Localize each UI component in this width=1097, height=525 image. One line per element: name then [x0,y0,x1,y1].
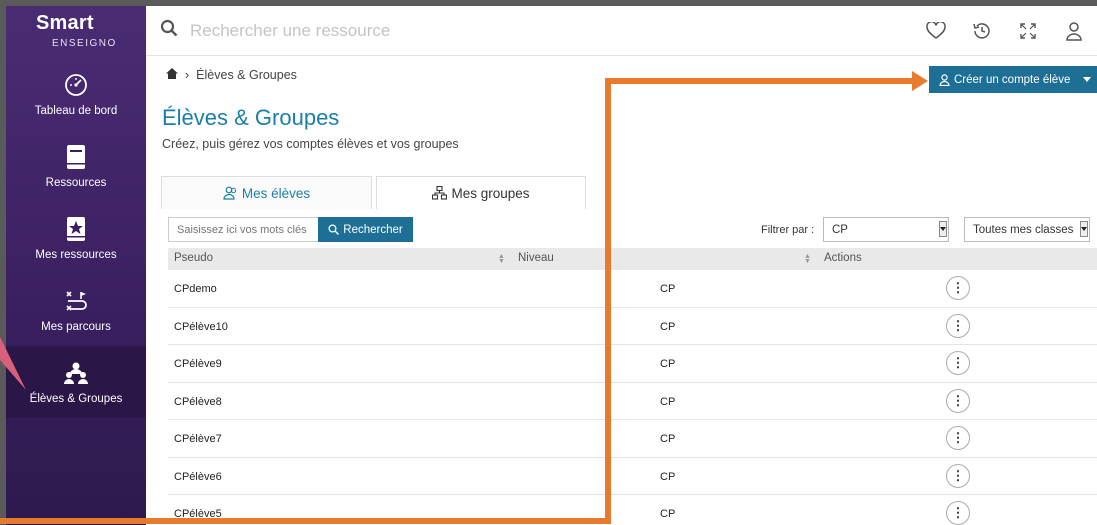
keyword-search-input[interactable] [168,217,318,242]
tab-label: Mes groupes [451,185,530,201]
more-actions-icon[interactable]: ⋮ [946,426,970,450]
sidebar-item-mes-parcours[interactable]: Mes parcours [6,274,146,346]
sidebar-item-label: Tableau de bord [34,105,118,117]
main-content: › Élèves & Groupes Créer un compte élève… [146,56,1097,525]
cell-niveau: CP [660,470,676,483]
logo[interactable]: Smart ENSEIGNO [6,6,146,58]
sidebar-item-label: Élèves & Groupes [29,393,123,405]
book-icon [65,143,87,171]
users-group-icon [63,359,89,387]
cell-pseudo: CPélève10 [174,320,228,333]
sidebar: Smart ENSEIGNO Tableau de bord Ressource… [6,6,146,525]
students-table-body: CPdemo CP ⋮ CPélève10 CP ⋮ CPélève9 CP ⋮ CPélè… [168,270,1097,525]
cell-pseudo: CPélève9 [174,358,222,370]
more-actions-icon[interactable]: ⋮ [946,501,970,525]
cell-niveau: CP [660,433,676,445]
cell-niveau: CP [660,283,676,295]
table-row[interactable]: CPélève8 CP ⋮ [168,383,1097,420]
sort-icon[interactable]: ▲ ▼ [804,253,811,265]
resource-search-input[interactable]: Rechercher une ressource [190,21,390,41]
dropdown-arrow-icon [939,221,947,237]
breadcrumb-current: Élèves & Groupes [196,68,297,82]
star-book-icon [65,215,87,243]
classes-select-value: Toutes mes classes [973,223,1074,236]
filter-label: Filtrer par : [761,224,815,236]
logo-brand: Smart [36,12,94,34]
more-actions-icon[interactable]: ⋮ [946,388,970,413]
user-add-icon [939,73,950,86]
tab-label: Mes élèves [241,185,311,201]
table-row[interactable]: CPélève6 CP ⋮ [168,458,1097,495]
table-row[interactable]: CPélève9 CP ⋮ [168,345,1097,383]
column-header-niveau[interactable]: Niveau [518,252,554,264]
sidebar-item-tableau-de-bord[interactable]: Tableau de bord [6,58,146,130]
sidebar-item-ressources[interactable]: Ressources [6,130,146,202]
students-icon [223,186,238,200]
create-student-account-button[interactable]: Créer un compte élève [929,66,1097,93]
topbar-actions [913,6,1097,56]
fullscreen-icon[interactable] [1005,22,1051,40]
cell-pseudo: CPélève6 [174,470,222,483]
dropdown-arrow-icon [1080,221,1088,237]
column-header-actions: Actions [824,252,862,264]
tab-mes-groupes[interactable]: Mes groupes [376,176,586,209]
more-actions-icon[interactable]: ⋮ [946,313,970,338]
niveau-select-value: CP [832,223,848,236]
search-icon [328,224,340,235]
table-row[interactable]: CPélève7 CP ⋮ [168,420,1097,458]
create-button-label: Créer un compte élève [954,73,1071,86]
classes-select[interactable]: Toutes mes classes [964,217,1090,242]
cell-niveau: CP [660,395,676,408]
top-bar: Rechercher une ressource [146,6,1097,56]
search-button[interactable]: Rechercher [318,217,413,242]
caret-down-icon[interactable] [1083,77,1091,82]
cell-pseudo: CPélève8 [174,395,222,408]
cell-niveau: CP [660,508,676,520]
sidebar-item-label: Ressources [45,177,107,189]
sort-icon[interactable]: ▲ ▼ [498,253,505,265]
page-title: Élèves & Groupes [162,105,340,130]
sidebar-item-label: Mes ressources [35,249,117,261]
cell-pseudo: CPélève7 [174,433,222,445]
logo-sub: ENSEIGNO [52,38,117,49]
cell-niveau: CP [660,320,676,333]
heart-icon[interactable] [913,22,959,40]
user-icon[interactable] [1051,21,1097,41]
cell-pseudo: CPélève5 [174,508,222,520]
more-actions-icon[interactable]: ⋮ [946,276,970,300]
sidebar-item-mes-ressources[interactable]: Mes ressources [6,202,146,274]
home-icon[interactable] [166,68,178,82]
more-actions-icon[interactable]: ⋮ [946,351,970,375]
page-subtitle: Créez, puis gérez vos comptes élèves et … [162,137,459,151]
table-row[interactable]: CPélève10 CP ⋮ [168,308,1097,345]
table-header: Pseudo ▲ ▼ Niveau ▲ ▼ Actions [168,248,1097,270]
table-row[interactable]: CPdemo CP ⋮ [168,270,1097,308]
cell-niveau: CP [660,358,676,370]
groups-icon [432,186,448,200]
search-icon[interactable] [160,19,178,42]
table-row[interactable]: CPélève5 CP ⋮ [168,495,1097,525]
sidebar-item-eleves-groupes[interactable]: Élèves & Groupes [6,346,146,418]
column-header-pseudo[interactable]: Pseudo [174,252,213,264]
tab-mes-eleves[interactable]: Mes élèves [161,176,372,209]
dashboard-gauge-icon [63,71,89,99]
search-button-label: Rechercher [343,223,403,236]
niveau-select[interactable]: CP [823,217,949,242]
breadcrumb: › Élèves & Groupes [166,68,297,82]
history-icon[interactable] [959,21,1005,41]
more-actions-icon[interactable]: ⋮ [946,463,970,488]
cell-pseudo: CPdemo [174,283,217,295]
sidebar-item-label: Mes parcours [41,321,111,333]
chevron-right-icon: › [185,68,190,82]
route-icon [63,287,89,315]
